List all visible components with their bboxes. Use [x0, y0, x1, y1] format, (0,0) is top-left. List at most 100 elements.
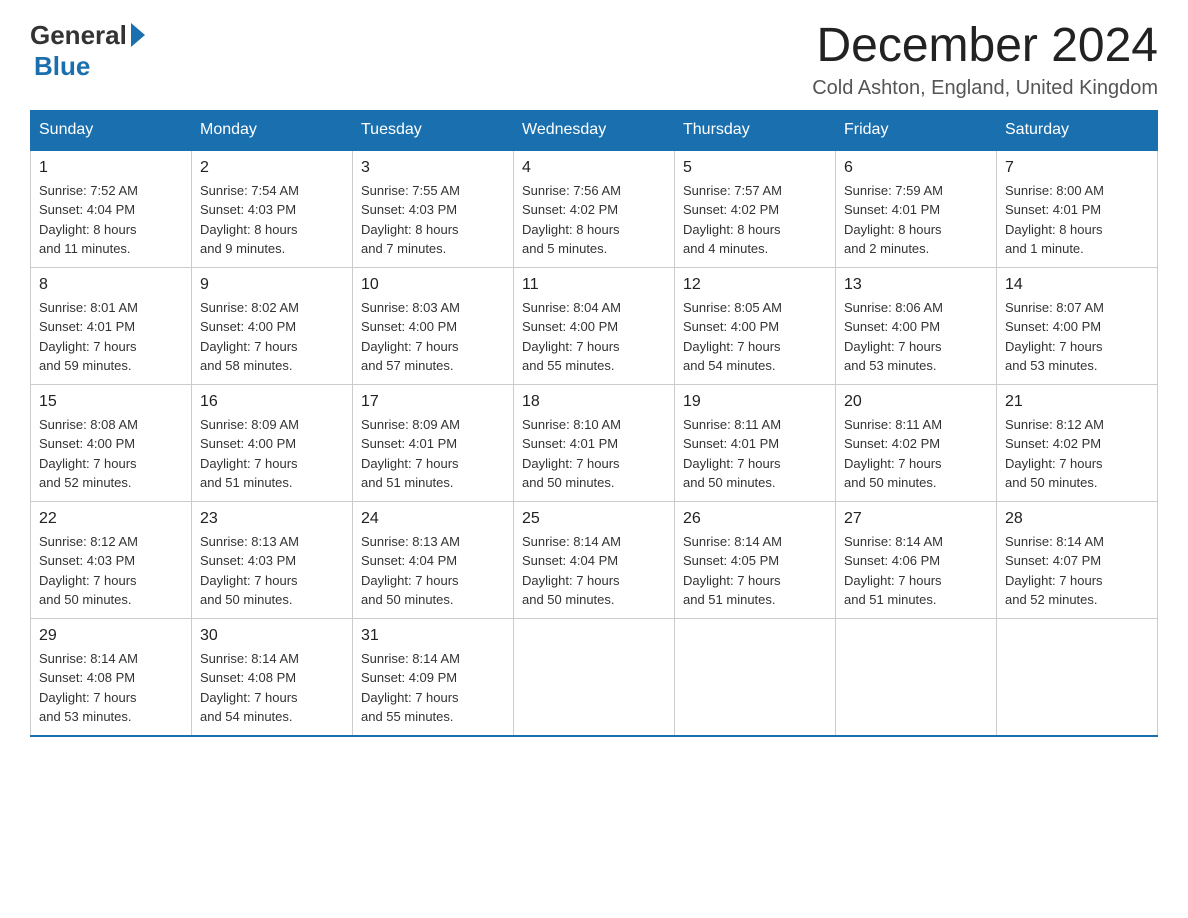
day-info: Sunrise: 8:02 AM Sunset: 4:00 PM Dayligh… [200, 298, 344, 376]
day-info: Sunrise: 8:06 AM Sunset: 4:00 PM Dayligh… [844, 298, 988, 376]
day-info: Sunrise: 8:11 AM Sunset: 4:02 PM Dayligh… [844, 415, 988, 493]
calendar-cell [514, 618, 675, 736]
day-info: Sunrise: 8:08 AM Sunset: 4:00 PM Dayligh… [39, 415, 183, 493]
calendar-cell: 11Sunrise: 8:04 AM Sunset: 4:00 PM Dayli… [514, 267, 675, 384]
calendar-cell: 29 Sunrise: 8:14 AM Sunset: 4:08 PM Dayli… [31, 618, 192, 736]
header-tuesday: Tuesday [353, 110, 514, 150]
day-info: Sunrise: 8:14 AM Sunset: 4:07 PM Dayligh… [1005, 532, 1149, 610]
day-info: Sunrise: 7:57 AM Sunset: 4:02 PM Dayligh… [683, 181, 827, 259]
calendar-cell: 1 Sunrise: 7:52 AM Sunset: 4:04 PM Daylig… [31, 150, 192, 268]
subtitle: Cold Ashton, England, United Kingdom [812, 77, 1158, 100]
day-info: Sunrise: 8:12 AM Sunset: 4:03 PM Dayligh… [39, 532, 183, 610]
calendar-cell: 2 Sunrise: 7:54 AM Sunset: 4:03 PM Daylig… [192, 150, 353, 268]
calendar-cell: 21 Sunrise: 8:12 AM Sunset: 4:02 PM Dayli… [997, 384, 1158, 501]
calendar-cell: 22 Sunrise: 8:12 AM Sunset: 4:03 PM Dayli… [31, 501, 192, 618]
day-number: 9 [200, 276, 344, 294]
calendar-cell: 14Sunrise: 8:07 AM Sunset: 4:00 PM Dayli… [997, 267, 1158, 384]
calendar-table: SundayMondayTuesdayWednesdayThursdayFrid… [30, 110, 1158, 737]
day-number: 20 [844, 393, 988, 411]
header-monday: Monday [192, 110, 353, 150]
calendar-cell: 16Sunrise: 8:09 AM Sunset: 4:00 PM Dayli… [192, 384, 353, 501]
calendar-cell: 15 Sunrise: 8:08 AM Sunset: 4:00 PM Dayli… [31, 384, 192, 501]
day-number: 17 [361, 393, 505, 411]
day-number: 5 [683, 159, 827, 177]
logo-arrow-icon [131, 23, 145, 47]
header-thursday: Thursday [675, 110, 836, 150]
day-info: Sunrise: 8:09 AM Sunset: 4:00 PM Dayligh… [200, 415, 344, 493]
day-info: Sunrise: 7:59 AM Sunset: 4:01 PM Dayligh… [844, 181, 988, 259]
calendar-cell: 26Sunrise: 8:14 AM Sunset: 4:05 PM Dayli… [675, 501, 836, 618]
day-info: Sunrise: 8:11 AM Sunset: 4:01 PM Dayligh… [683, 415, 827, 493]
calendar-cell: 19Sunrise: 8:11 AM Sunset: 4:01 PM Dayli… [675, 384, 836, 501]
day-info: Sunrise: 8:14 AM Sunset: 4:08 PM Dayligh… [200, 649, 344, 727]
day-info: Sunrise: 7:52 AM Sunset: 4:04 PM Dayligh… [39, 181, 183, 259]
calendar-cell: 30Sunrise: 8:14 AM Sunset: 4:08 PM Dayli… [192, 618, 353, 736]
day-number: 31 [361, 627, 505, 645]
day-info: Sunrise: 8:14 AM Sunset: 4:08 PM Dayligh… [39, 649, 183, 727]
week-row-5: 29 Sunrise: 8:14 AM Sunset: 4:08 PM Dayli… [31, 618, 1158, 736]
day-info: Sunrise: 8:14 AM Sunset: 4:04 PM Dayligh… [522, 532, 666, 610]
day-info: Sunrise: 8:05 AM Sunset: 4:00 PM Dayligh… [683, 298, 827, 376]
day-info: Sunrise: 8:13 AM Sunset: 4:03 PM Dayligh… [200, 532, 344, 610]
calendar-cell [675, 618, 836, 736]
day-number: 22 [39, 510, 183, 528]
calendar-cell: 12 Sunrise: 8:05 AM Sunset: 4:00 PM Dayli… [675, 267, 836, 384]
calendar-cell [997, 618, 1158, 736]
day-info: Sunrise: 8:01 AM Sunset: 4:01 PM Dayligh… [39, 298, 183, 376]
calendar-cell: 7Sunrise: 8:00 AM Sunset: 4:01 PM Daylig… [997, 150, 1158, 268]
day-info: Sunrise: 8:14 AM Sunset: 4:06 PM Dayligh… [844, 532, 988, 610]
day-number: 12 [683, 276, 827, 294]
calendar-cell: 31Sunrise: 8:14 AM Sunset: 4:09 PM Dayli… [353, 618, 514, 736]
day-number: 21 [1005, 393, 1149, 411]
day-info: Sunrise: 7:55 AM Sunset: 4:03 PM Dayligh… [361, 181, 505, 259]
day-number: 8 [39, 276, 183, 294]
day-number: 29 [39, 627, 183, 645]
day-number: 13 [844, 276, 988, 294]
calendar-cell: 8 Sunrise: 8:01 AM Sunset: 4:01 PM Daylig… [31, 267, 192, 384]
header-wednesday: Wednesday [514, 110, 675, 150]
day-number: 15 [39, 393, 183, 411]
calendar-cell: 24 Sunrise: 8:13 AM Sunset: 4:04 PM Dayli… [353, 501, 514, 618]
calendar-cell: 18 Sunrise: 8:10 AM Sunset: 4:01 PM Dayli… [514, 384, 675, 501]
day-info: Sunrise: 8:12 AM Sunset: 4:02 PM Dayligh… [1005, 415, 1149, 493]
calendar-cell: 25Sunrise: 8:14 AM Sunset: 4:04 PM Dayli… [514, 501, 675, 618]
title-block: December 2024 Cold Ashton, England, Unit… [812, 20, 1158, 100]
day-info: Sunrise: 8:10 AM Sunset: 4:01 PM Dayligh… [522, 415, 666, 493]
day-number: 11 [522, 276, 666, 294]
day-info: Sunrise: 8:09 AM Sunset: 4:01 PM Dayligh… [361, 415, 505, 493]
week-row-1: 1 Sunrise: 7:52 AM Sunset: 4:04 PM Daylig… [31, 150, 1158, 268]
day-info: Sunrise: 8:14 AM Sunset: 4:05 PM Dayligh… [683, 532, 827, 610]
calendar-header-row: SundayMondayTuesdayWednesdayThursdayFrid… [31, 110, 1158, 150]
calendar-cell: 10 Sunrise: 8:03 AM Sunset: 4:00 PM Dayli… [353, 267, 514, 384]
header-friday: Friday [836, 110, 997, 150]
calendar-cell: 5 Sunrise: 7:57 AM Sunset: 4:02 PM Daylig… [675, 150, 836, 268]
calendar-cell: 13 Sunrise: 8:06 AM Sunset: 4:00 PM Dayli… [836, 267, 997, 384]
calendar-cell: 3 Sunrise: 7:55 AM Sunset: 4:03 PM Daylig… [353, 150, 514, 268]
day-info: Sunrise: 8:13 AM Sunset: 4:04 PM Dayligh… [361, 532, 505, 610]
day-number: 27 [844, 510, 988, 528]
calendar-cell: 23 Sunrise: 8:13 AM Sunset: 4:03 PM Dayli… [192, 501, 353, 618]
header-saturday: Saturday [997, 110, 1158, 150]
calendar-cell: 17 Sunrise: 8:09 AM Sunset: 4:01 PM Dayli… [353, 384, 514, 501]
day-number: 10 [361, 276, 505, 294]
day-info: Sunrise: 7:56 AM Sunset: 4:02 PM Dayligh… [522, 181, 666, 259]
day-number: 24 [361, 510, 505, 528]
calendar-cell: 9 Sunrise: 8:02 AM Sunset: 4:00 PM Daylig… [192, 267, 353, 384]
day-number: 6 [844, 159, 988, 177]
calendar-cell [836, 618, 997, 736]
week-row-2: 8 Sunrise: 8:01 AM Sunset: 4:01 PM Daylig… [31, 267, 1158, 384]
day-info: Sunrise: 8:03 AM Sunset: 4:00 PM Dayligh… [361, 298, 505, 376]
logo: General Blue [30, 20, 145, 82]
day-number: 14 [1005, 276, 1149, 294]
day-number: 18 [522, 393, 666, 411]
day-info: Sunrise: 7:54 AM Sunset: 4:03 PM Dayligh… [200, 181, 344, 259]
calendar-cell: 28Sunrise: 8:14 AM Sunset: 4:07 PM Dayli… [997, 501, 1158, 618]
day-number: 3 [361, 159, 505, 177]
day-number: 1 [39, 159, 183, 177]
day-number: 4 [522, 159, 666, 177]
day-number: 23 [200, 510, 344, 528]
page-header: General Blue December 2024 Cold Ashton, … [30, 20, 1158, 100]
day-number: 2 [200, 159, 344, 177]
calendar-cell: 20 Sunrise: 8:11 AM Sunset: 4:02 PM Dayli… [836, 384, 997, 501]
day-info: Sunrise: 8:00 AM Sunset: 4:01 PM Dayligh… [1005, 181, 1149, 259]
